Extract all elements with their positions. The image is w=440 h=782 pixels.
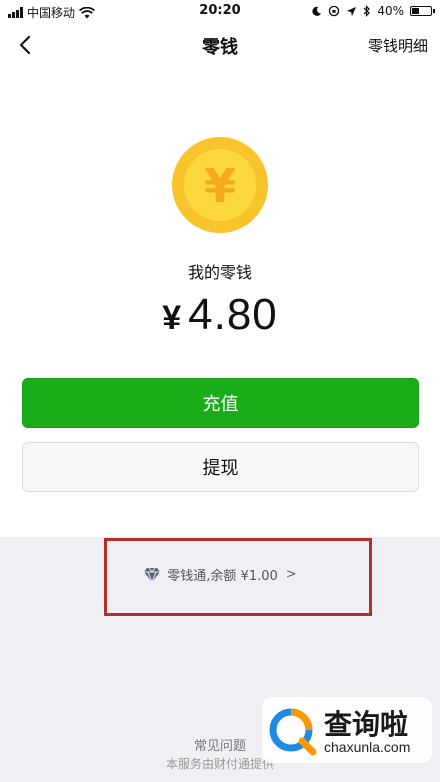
- withdraw-button-label: 提现: [202, 458, 239, 479]
- recharge-button-label: 充值: [202, 394, 239, 415]
- currency-symbol: ¥: [162, 299, 183, 337]
- battery-level: [412, 8, 419, 14]
- orientation-lock-icon: [329, 5, 340, 17]
- bluetooth-icon: [363, 5, 371, 17]
- balance-label: 我的零钱: [187, 263, 252, 282]
- watermark: 查询啦 chaxunla.com: [262, 697, 432, 763]
- moon-icon: [312, 6, 322, 16]
- coin-symbol: ¥: [204, 159, 236, 213]
- battery-percent: 40%: [377, 4, 404, 18]
- search-logo-icon: [269, 708, 317, 756]
- recharge-button[interactable]: 充值: [22, 378, 419, 428]
- coin-icon: ¥: [172, 137, 268, 233]
- location-icon: [347, 6, 357, 16]
- balance-value: 4.80: [188, 290, 278, 339]
- watermark-subtitle: chaxunla.com: [324, 739, 411, 755]
- withdraw-button[interactable]: 提现: [22, 442, 419, 492]
- status-right: 40%: [311, 4, 435, 18]
- highlight-box: [104, 538, 372, 616]
- watermark-title: 查询啦: [324, 708, 409, 741]
- battery-icon: [410, 6, 435, 16]
- balance-amount: ¥4.80: [0, 290, 440, 340]
- transaction-details-link[interactable]: 零钱明细: [368, 35, 428, 56]
- nav-bar: 零钱 零钱明细: [0, 24, 440, 68]
- status-bar: 中国移动 20:20 40%: [0, 0, 440, 24]
